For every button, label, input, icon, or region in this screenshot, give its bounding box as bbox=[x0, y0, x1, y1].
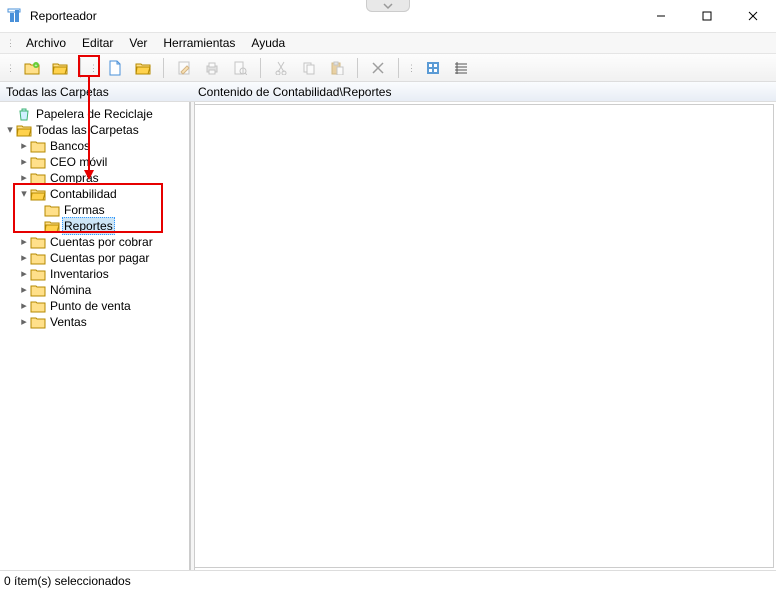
tree-node-nomina[interactable]: Nómina bbox=[4, 282, 189, 298]
folder-icon bbox=[30, 299, 46, 313]
tree-label: Cuentas por cobrar bbox=[48, 234, 155, 250]
tree-label: CEO móvil bbox=[48, 154, 109, 170]
tree-label: Contabilidad bbox=[48, 186, 119, 202]
folder-tree[interactable]: Papelera de Reciclaje Todas las Carpetas… bbox=[0, 102, 190, 570]
tree-node-root[interactable]: Todas las Carpetas bbox=[4, 122, 189, 138]
cut-icon bbox=[269, 57, 293, 79]
preview-icon bbox=[228, 57, 252, 79]
tree-node-pv[interactable]: Punto de venta bbox=[4, 298, 189, 314]
column-headers: Todas las Carpetas Contenido de Contabil… bbox=[0, 82, 776, 102]
folder-icon bbox=[30, 283, 46, 297]
toolbar: ⋮ + ⋮ ⋮ bbox=[0, 54, 776, 82]
menu-ver[interactable]: Ver bbox=[121, 34, 155, 52]
app-icon bbox=[6, 7, 24, 25]
folder-icon bbox=[30, 139, 46, 153]
expand-toggle[interactable] bbox=[18, 250, 30, 266]
close-button[interactable] bbox=[730, 0, 776, 32]
tree-label-selected: Reportes bbox=[62, 217, 115, 235]
toolbar-grip-3: ⋮ bbox=[405, 66, 419, 70]
tree-node-recycle[interactable]: Papelera de Reciclaje bbox=[4, 106, 189, 122]
new-folder-icon[interactable]: + bbox=[20, 57, 44, 79]
expand-toggle[interactable] bbox=[18, 138, 30, 154]
toolbar-grip-2: ⋮ bbox=[87, 66, 101, 70]
maximize-button[interactable] bbox=[684, 0, 730, 32]
view-list-icon[interactable] bbox=[449, 57, 473, 79]
expand-toggle[interactable] bbox=[18, 298, 30, 314]
content-header: Contenido de Contabilidad\Reportes bbox=[190, 82, 776, 101]
edit-doc-icon bbox=[172, 57, 196, 79]
menu-herramientas[interactable]: Herramientas bbox=[155, 34, 243, 52]
expand-toggle[interactable] bbox=[18, 186, 30, 202]
folder-open-icon bbox=[30, 187, 46, 201]
folder-icon bbox=[44, 203, 60, 217]
tree-node-formas[interactable]: Formas bbox=[4, 202, 189, 218]
status-text: 0 ítem(s) seleccionados bbox=[4, 574, 131, 588]
expand-toggle[interactable] bbox=[18, 170, 30, 186]
tree-node-cxp[interactable]: Cuentas por pagar bbox=[4, 250, 189, 266]
expand-toggle[interactable] bbox=[18, 234, 30, 250]
menu-editar[interactable]: Editar bbox=[74, 34, 121, 52]
titlebar-handle[interactable] bbox=[366, 0, 410, 12]
tree-label: Bancos bbox=[48, 138, 92, 154]
annotation-arrow bbox=[88, 77, 90, 172]
tree-header: Todas las Carpetas bbox=[0, 82, 190, 101]
tree-label: Punto de venta bbox=[48, 298, 133, 314]
tree-node-contabilidad[interactable]: Contabilidad bbox=[4, 186, 189, 202]
folder-icon bbox=[30, 155, 46, 169]
expand-toggle[interactable] bbox=[18, 282, 30, 298]
tree-node-compras[interactable]: Compras bbox=[4, 170, 189, 186]
minimize-button[interactable] bbox=[638, 0, 684, 32]
open-doc-icon[interactable] bbox=[131, 57, 155, 79]
menu-ayuda[interactable]: Ayuda bbox=[243, 34, 293, 52]
statusbar: 0 ítem(s) seleccionados bbox=[0, 570, 776, 590]
tree-label: Nómina bbox=[48, 282, 93, 298]
new-doc-icon[interactable] bbox=[103, 57, 127, 79]
open-folder-icon[interactable] bbox=[48, 57, 72, 79]
folder-icon bbox=[30, 267, 46, 281]
folder-icon bbox=[30, 315, 46, 329]
tree-label: Inventarios bbox=[48, 266, 111, 282]
folder-open-icon bbox=[16, 123, 32, 137]
toolbar-grip: ⋮ bbox=[4, 66, 18, 70]
window-title: Reporteador bbox=[30, 9, 638, 23]
svg-text:+: + bbox=[35, 63, 38, 69]
tree-label: Papelera de Reciclaje bbox=[34, 106, 155, 122]
expand-toggle[interactable] bbox=[18, 314, 30, 330]
menu-archivo[interactable]: Archivo bbox=[18, 34, 74, 52]
tree-node-ceo[interactable]: CEO móvil bbox=[4, 154, 189, 170]
tree-node-ventas[interactable]: Ventas bbox=[4, 314, 189, 330]
tree-node-inventarios[interactable]: Inventarios bbox=[4, 266, 189, 282]
expand-toggle[interactable] bbox=[18, 266, 30, 282]
tree-label: Cuentas por pagar bbox=[48, 250, 151, 266]
content-pane[interactable] bbox=[195, 104, 774, 568]
tree-node-reportes[interactable]: Reportes bbox=[4, 218, 189, 234]
delete-icon bbox=[366, 57, 390, 79]
folder-icon bbox=[30, 235, 46, 249]
annotation-arrowhead bbox=[84, 170, 94, 180]
tree-label: Ventas bbox=[48, 314, 89, 330]
print-icon bbox=[200, 57, 224, 79]
folder-icon bbox=[30, 251, 46, 265]
menu-grip: ⋮ bbox=[4, 41, 18, 45]
tree-label: Formas bbox=[62, 202, 107, 218]
copy-icon bbox=[297, 57, 321, 79]
expand-toggle[interactable] bbox=[18, 154, 30, 170]
folder-icon bbox=[30, 171, 46, 185]
folder-open-icon bbox=[44, 219, 60, 233]
view-large-icons[interactable] bbox=[421, 57, 445, 79]
recycle-bin-icon bbox=[16, 107, 32, 121]
tree-node-bancos[interactable]: Bancos bbox=[4, 138, 189, 154]
tree-node-cxc[interactable]: Cuentas por cobrar bbox=[4, 234, 189, 250]
menubar: ⋮ Archivo Editar Ver Herramientas Ayuda bbox=[0, 32, 776, 54]
expand-toggle[interactable] bbox=[4, 122, 16, 138]
paste-icon bbox=[325, 57, 349, 79]
